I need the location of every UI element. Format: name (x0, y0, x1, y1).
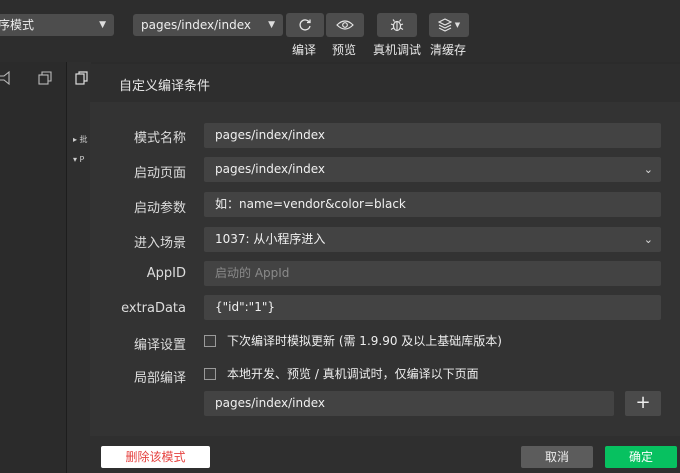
refresh-icon (299, 19, 311, 31)
simulate-update-checkbox[interactable] (204, 334, 216, 347)
dialog-title: 自定义编译条件 (119, 79, 211, 94)
remote-debug-label: 真机调试 (373, 43, 422, 57)
start-page-select[interactable]: pages/index/index ⌄ (204, 157, 661, 182)
extra-data-value: {"id":"1"} (215, 300, 275, 314)
extra-data-input[interactable]: {"id":"1"} (204, 295, 661, 320)
tree-row-label: ▾ P (73, 155, 85, 164)
chevron-down-icon: ▼ (268, 20, 275, 30)
layers-icon (437, 18, 452, 32)
speaker-icon[interactable] (0, 71, 12, 85)
start-params-label: 启动参数 (133, 201, 186, 216)
appid-label: AppID (146, 266, 186, 281)
remote-debug-button[interactable] (377, 13, 417, 37)
mode-select-value: 序模式 (0, 18, 35, 32)
mode-name-label: 模式名称 (133, 131, 186, 146)
scene-value: 1037: 从小程序进入 (215, 232, 326, 246)
simulator-panel (0, 62, 67, 473)
preview-label: 预览 (332, 43, 357, 57)
delete-mode-button[interactable]: 删除该模式 (101, 446, 210, 468)
clear-cache-button[interactable]: ▼ (429, 13, 469, 37)
mode-select[interactable]: 序模式 ▼ (0, 14, 114, 36)
chevron-down-icon: ⌄ (643, 233, 653, 246)
confirm-button[interactable]: 确定 (605, 446, 677, 468)
simulate-update-text: 下次编译时模拟更新 (需 1.9.90 及以上基础库版本) (227, 334, 502, 348)
compile-settings-label: 编译设置 (133, 338, 186, 353)
extra-data-label: extraData (121, 301, 186, 316)
preview-button[interactable] (326, 13, 364, 37)
simulate-update-option[interactable]: 下次编译时模拟更新 (需 1.9.90 及以上基础库版本) (204, 332, 502, 349)
mode-name-input[interactable]: pages/index/index (204, 123, 661, 148)
clear-cache-label: 清缓存 (430, 43, 467, 57)
dialog-footer: 删除该模式 取消 确定 (90, 436, 680, 473)
appid-placeholder: 启动的 AppId (215, 266, 290, 280)
chevron-down-icon: ⌄ (643, 163, 653, 176)
partial-compile-text: 本地开发、预览 / 真机调试时，仅编译以下页面 (227, 367, 479, 381)
scene-select[interactable]: 1037: 从小程序进入 ⌄ (204, 227, 661, 252)
bug-icon (390, 19, 404, 32)
custom-compile-dialog: 自定义编译条件 模式名称 pages/index/index 启动页面 page… (90, 64, 680, 473)
compile-mode-value: pages/index/index (141, 18, 251, 32)
partial-compile-checkbox[interactable] (204, 367, 216, 380)
partial-compile-option[interactable]: 本地开发、预览 / 真机调试时，仅编译以下页面 (204, 365, 479, 382)
partial-compile-label: 局部编译 (133, 371, 186, 386)
compile-mode-select[interactable]: pages/index/index ▼ (133, 14, 283, 36)
toolbar: 序模式 ▼ pages/index/index ▼ ▼ 编译 预览 真机调试 清… (0, 0, 680, 62)
start-page-value: pages/index/index (215, 162, 325, 176)
chevron-down-icon: ▼ (454, 21, 461, 29)
start-params-value: 如：name=vendor&color=black (215, 197, 406, 211)
file-tree-panel: ▸ 批 ▾ P (67, 62, 91, 473)
mode-name-value: pages/index/index (215, 128, 325, 142)
compile-label: 编译 (292, 43, 317, 57)
plus-icon: + (635, 392, 651, 413)
start-params-input[interactable]: 如：name=vendor&color=black (204, 192, 661, 217)
appid-input[interactable]: 启动的 AppId (204, 261, 661, 286)
start-page-label: 启动页面 (133, 166, 186, 181)
dialog-header: 自定义编译条件 (90, 64, 680, 102)
scene-label: 进入场景 (133, 236, 186, 251)
partial-compile-page-value: pages/index/index (215, 396, 325, 410)
eye-icon (336, 20, 354, 30)
add-page-button[interactable]: + (625, 391, 661, 416)
cancel-button[interactable]: 取消 (521, 446, 593, 468)
files-icon[interactable] (75, 71, 89, 85)
partial-compile-page-input[interactable]: pages/index/index (204, 391, 614, 416)
chevron-down-icon: ▼ (99, 20, 106, 30)
tree-row-label: ▸ 批 (73, 135, 88, 144)
compile-button[interactable] (286, 13, 324, 37)
window-icon[interactable] (38, 71, 52, 85)
